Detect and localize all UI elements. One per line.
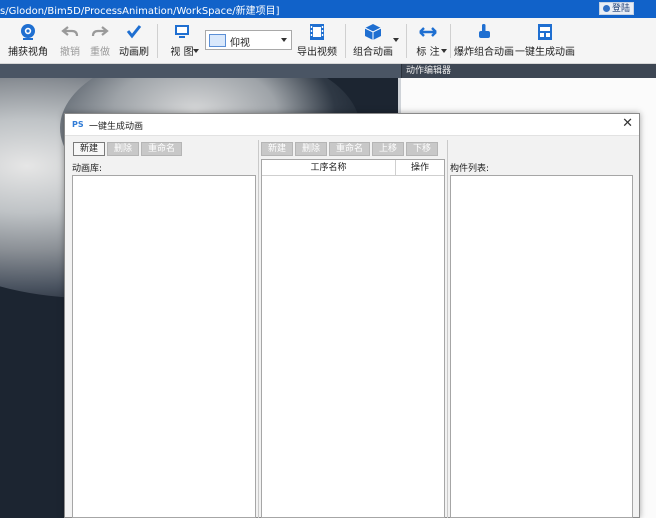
export-video-label: 导出视频 <box>297 47 337 58</box>
explode-combo-label: 爆炸组合动画 <box>454 47 514 58</box>
toolbar-divider <box>345 24 346 58</box>
dialog-title: 一键生成动画 <box>89 122 144 132</box>
app-logo-icon: PS <box>72 120 84 129</box>
view-button[interactable]: 视 图 <box>164 20 200 60</box>
film-icon <box>310 24 324 40</box>
window-title: s/Glodon/Bim5D/ProcessAnimation/WorkSpac… <box>0 6 280 17</box>
redo-label: 重做 <box>90 47 110 58</box>
view-mode-dropdown[interactable]: 仰视 <box>205 30 292 50</box>
animation-library-label: 动画库: <box>72 164 103 174</box>
one-click-generate-label: 一键生成动画 <box>515 47 575 58</box>
combo-dropdown-arrow[interactable] <box>393 38 399 42</box>
one-click-animation-dialog: PS 一键生成动画 ✕ 新建 删除 重命名 动画库: 新建 删除 重命名 上移 … <box>64 113 640 518</box>
login-label: 登陆 <box>611 4 630 14</box>
close-icon[interactable]: ✕ <box>622 117 633 131</box>
redo-button[interactable]: 重做 <box>86 20 114 60</box>
library-new-button[interactable]: 新建 <box>73 142 106 156</box>
dialog-titlebar: PS 一键生成动画 ✕ <box>65 114 639 136</box>
process-table-header: 工序名称 操作 <box>262 160 444 176</box>
toolbar-divider <box>450 24 451 58</box>
annotate-dropdown-arrow[interactable] <box>441 49 447 53</box>
combo-animation-button[interactable]: 组合动画 <box>350 20 396 60</box>
camera-icon <box>21 24 35 40</box>
explode-combo-button[interactable]: 爆炸组合动画 <box>454 20 514 60</box>
toolbar-divider <box>157 24 158 58</box>
user-icon <box>602 5 610 12</box>
capture-view-button[interactable]: 捕获视角 <box>6 20 50 60</box>
app-titlebar: s/Glodon/Bim5D/ProcessAnimation/WorkSpac… <box>0 0 656 18</box>
view-dropdown-arrow[interactable] <box>193 49 199 53</box>
brush-icon <box>126 25 142 39</box>
process-table[interactable]: 工序名称 操作 <box>261 159 445 518</box>
process-move-down-button[interactable]: 下移 <box>406 142 439 156</box>
hand-pointer-icon <box>479 24 490 38</box>
view-cube-icon <box>209 34 226 47</box>
column-header-operation[interactable]: 操作 <box>396 160 444 176</box>
animation-brush-button[interactable]: 动画刷 <box>116 20 152 60</box>
library-rename-button[interactable]: 重命名 <box>141 142 183 156</box>
process-delete-button[interactable]: 删除 <box>295 142 328 156</box>
column-divider <box>447 140 448 518</box>
redo-icon <box>91 26 109 37</box>
panel-header-strip: 动作编辑器 <box>0 64 656 78</box>
library-delete-button[interactable]: 删除 <box>107 142 140 156</box>
process-move-up-button[interactable]: 上移 <box>372 142 405 156</box>
export-video-button[interactable]: 导出视频 <box>296 20 338 60</box>
process-new-button[interactable]: 新建 <box>261 142 294 156</box>
undo-button[interactable]: 撤销 <box>56 20 84 60</box>
component-list-label: 构件列表: <box>450 164 490 174</box>
component-list[interactable] <box>450 175 633 518</box>
one-click-generate-button[interactable]: 一键生成动画 <box>515 20 575 60</box>
generate-animation-icon <box>538 24 552 40</box>
view-mode-value: 仰视 <box>230 38 250 49</box>
monitor-icon <box>175 25 189 38</box>
capture-view-label: 捕获视角 <box>8 47 48 58</box>
annotate-label: 标 注 <box>416 47 440 58</box>
undo-icon <box>61 26 79 37</box>
column-divider <box>258 140 259 518</box>
toolbar-divider <box>406 24 407 58</box>
action-editor-header: 动作编辑器 <box>401 64 656 78</box>
cube-icon <box>364 24 382 40</box>
main-toolbar: 捕获视角 撤销 重做 动画刷 视 图 仰视 导出视频 组合动画 标 注 爆炸组合… <box>0 18 656 64</box>
chevron-down-icon <box>281 38 287 42</box>
column-header-process-name[interactable]: 工序名称 <box>262 160 396 176</box>
combo-animation-label: 组合动画 <box>353 47 393 58</box>
login-button[interactable]: 登陆 <box>598 2 634 15</box>
process-rename-button[interactable]: 重命名 <box>329 142 371 156</box>
annotate-button[interactable]: 标 注 <box>411 20 445 60</box>
undo-label: 撤销 <box>60 47 80 58</box>
dimension-icon <box>419 27 437 37</box>
animation-library-list[interactable] <box>72 175 256 518</box>
animation-brush-label: 动画刷 <box>119 47 149 58</box>
